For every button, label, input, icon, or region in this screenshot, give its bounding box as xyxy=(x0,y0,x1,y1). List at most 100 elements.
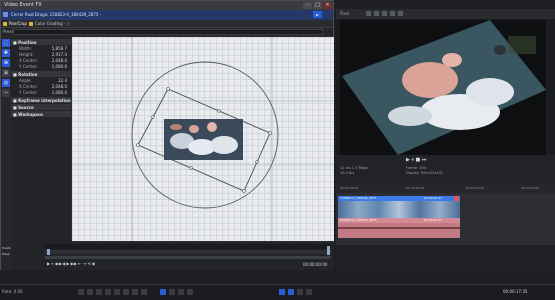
position-header: ■ Position xyxy=(13,40,37,45)
loop-icon[interactable] xyxy=(87,289,93,295)
handle-icon xyxy=(242,189,246,193)
auto-ripple-icon[interactable] xyxy=(288,289,294,295)
keyframe-lane[interactable] xyxy=(45,250,331,254)
crop-overlay xyxy=(72,37,334,241)
keyframe-icon[interactable] xyxy=(327,246,330,255)
chain-icon xyxy=(3,12,8,17)
selection-tool-icon[interactable] xyxy=(178,289,184,295)
handle-icon xyxy=(151,115,155,119)
move-tool-icon[interactable]: ✥ xyxy=(2,49,10,57)
prop-label: Y Center: xyxy=(19,90,38,95)
workspace-header: ■ Workspace xyxy=(13,112,43,117)
preset-dropdown[interactable] xyxy=(13,29,323,35)
normal-edit-tool-icon[interactable] xyxy=(160,289,166,295)
rotation-header: ■ Rotation xyxy=(13,72,38,77)
maximize-button[interactable]: □ xyxy=(313,2,322,9)
preset-row: Preset xyxy=(1,28,333,36)
pelican-shape xyxy=(388,106,432,126)
preview-quality[interactable]: Pixel xyxy=(340,12,349,16)
stop-icon[interactable] xyxy=(123,289,129,295)
play-from-start-icon[interactable] xyxy=(96,289,102,295)
transport-controls[interactable]: ▶ ⏸ ◀◀ ◀ ▶ ▶▶ ⇤ ⇥ ⟲ ◆ xyxy=(47,262,95,266)
keyframe-timeline[interactable]: ▶ ⏸ ◀◀ ◀ ▶ ▶▶ ⇤ ⇥ ⟲ ◆ 00:00:00:00 xyxy=(11,242,334,270)
record-icon[interactable] xyxy=(78,289,84,295)
prop-value[interactable]: 2,048.0 xyxy=(52,59,67,63)
prop-value[interactable]: 2,917.4 xyxy=(52,53,67,57)
mask-track-label[interactable]: Mask xyxy=(2,253,10,256)
bird-shape xyxy=(494,45,506,55)
rotation-section[interactable]: ■ Rotation xyxy=(11,71,71,77)
preview-play-controls[interactable]: ▶ ⏸ ■ ⏭ xyxy=(406,158,426,163)
fx-chain-button[interactable]: ► xyxy=(313,11,322,18)
region-icon[interactable] xyxy=(306,289,312,295)
split-icon[interactable] xyxy=(187,289,193,295)
split-screen-icon[interactable] xyxy=(374,11,379,16)
fx-chain-path: Cerrar Raúl Draga: 150823-0_180439_2875 … xyxy=(11,12,102,17)
position-section[interactable]: ■ Position xyxy=(11,39,71,45)
overlay-icon[interactable] xyxy=(382,11,387,16)
preview-info-frame: Frame: 150 xyxy=(406,166,426,170)
checkbox-icon[interactable] xyxy=(3,22,7,26)
play-icon[interactable] xyxy=(105,289,111,295)
preview-frame[interactable] xyxy=(340,20,546,155)
go-to-start-icon[interactable] xyxy=(132,289,138,295)
timeline-scrollbar[interactable] xyxy=(45,256,331,259)
marker-icon[interactable] xyxy=(297,289,303,295)
source-section[interactable]: ■ Source xyxy=(11,104,71,110)
scale-about-center-icon[interactable]: ◎ xyxy=(2,79,10,87)
window-titlebar[interactable]: Video Event FX – □ × xyxy=(1,1,333,10)
minimize-button[interactable]: – xyxy=(303,2,312,9)
keyframe-interpolation-section[interactable]: ■ Keyframe interpolation xyxy=(11,97,71,103)
foliage-shape xyxy=(508,36,536,54)
audio-clip-header[interactable]: 150823-0_180439_2875 00:00:44:17 xyxy=(338,218,460,223)
window-title: Video Event FX xyxy=(4,2,42,8)
lock-aspect-icon[interactable]: ▣ xyxy=(2,69,10,77)
rotation-ycenter-row[interactable]: Y Center: 1,080.0 xyxy=(11,90,71,96)
move-freely-icon[interactable]: ↔ xyxy=(2,89,10,97)
event-fx-icon[interactable] xyxy=(454,196,459,201)
handle-icon xyxy=(268,131,272,135)
tab-color-grading[interactable]: Color Grading · ⓘ xyxy=(35,22,70,26)
copy-snapshot-icon[interactable] xyxy=(390,11,395,16)
timeline-ruler-main[interactable]: 00:00:05:00 00:00:10:00 00:00:15:00 00:0… xyxy=(336,185,555,193)
keyframe-icon[interactable] xyxy=(47,249,50,255)
prop-value[interactable]: 5,858.7 xyxy=(52,47,67,51)
source-header: ■ Source xyxy=(13,105,34,110)
prop-label: Height: xyxy=(19,52,34,57)
prop-label: Angle: xyxy=(19,78,32,83)
handle-icon xyxy=(136,143,140,147)
keyframe-header: ■ Keyframe interpolation xyxy=(13,98,71,103)
snapping-icon[interactable] xyxy=(279,289,285,295)
normal-edit-tool-icon[interactable]: ⬚ xyxy=(2,39,10,47)
timeline-ruler[interactable] xyxy=(45,244,331,249)
preview-info-left: 12 ms 1.5 Mbps xyxy=(340,166,368,170)
tab-pan-crop[interactable]: Pan/Crop xyxy=(9,22,27,26)
video-clip-header[interactable]: 150823-0_180439_2875 00:00:44:17 xyxy=(338,196,460,201)
prop-label: Width: xyxy=(19,46,32,51)
handle-icon xyxy=(217,109,221,113)
prop-value[interactable]: 1,080.0 xyxy=(52,65,67,69)
workspace-section[interactable]: ■ Workspace xyxy=(11,111,71,117)
prop-value[interactable]: 1,080.0 xyxy=(52,91,67,95)
position-ycenter-row[interactable]: Y Center: 1,080.0 xyxy=(11,64,71,70)
flamingo-shape xyxy=(442,53,462,67)
flamingo-shape xyxy=(402,62,458,98)
prop-value[interactable]: 22.4 xyxy=(58,79,67,83)
properties-panel: ■ Position Width: 5,858.7 Height: 2,917.4 … xyxy=(11,37,71,247)
pan-crop-workspace[interactable] xyxy=(72,37,334,241)
settings-icon[interactable] xyxy=(366,11,371,16)
save-snapshot-icon[interactable] xyxy=(398,11,403,16)
prop-value[interactable]: 2,048.0 xyxy=(52,85,67,89)
go-to-end-icon[interactable] xyxy=(141,289,147,295)
zoom-tool-icon[interactable]: ⊕ xyxy=(2,59,10,67)
audio-clip-time: 00:00:44:17 xyxy=(424,218,443,222)
pause-icon[interactable] xyxy=(114,289,120,295)
close-button[interactable]: × xyxy=(323,2,332,9)
rate-readout: Rate: 0.00 xyxy=(2,289,23,294)
video-clip-label: 150823-0_180439_2875 xyxy=(340,196,377,200)
timeline-timecode: 00:00:00:00 xyxy=(303,262,328,267)
preview-transport: ▶ ⏸ ■ ⏭ 12 ms 1.5 Mbps 30.0 fps Frame: 1… xyxy=(336,155,555,185)
checkbox-icon[interactable] xyxy=(29,22,33,26)
envelope-tool-icon[interactable] xyxy=(169,289,175,295)
video-event-fx-window: Video Event FX – □ × Cerrar Raúl Draga: … xyxy=(0,0,334,271)
